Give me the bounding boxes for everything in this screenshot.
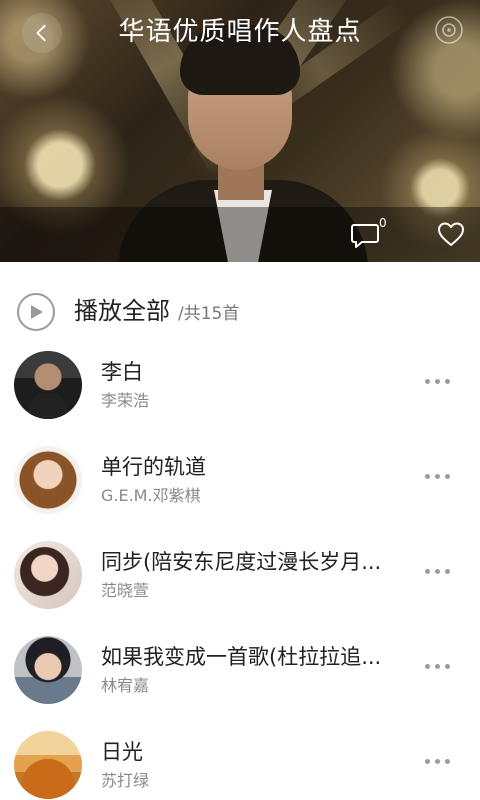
song-title: 日光 bbox=[101, 740, 143, 764]
artist-avatar bbox=[14, 351, 82, 419]
comment-button[interactable]: 0 bbox=[348, 216, 388, 253]
more-options-button[interactable] bbox=[416, 558, 458, 584]
play-all-button[interactable]: 播放全部 /共15首 bbox=[0, 286, 480, 338]
artist-avatar bbox=[14, 731, 82, 799]
disc-icon bbox=[435, 16, 463, 44]
more-options-button[interactable] bbox=[416, 653, 458, 679]
song-title: 李白 bbox=[101, 360, 143, 384]
heart-icon bbox=[438, 222, 464, 246]
song-item[interactable]: 如果我变成一首歌(杜拉拉追... 林宥嘉 bbox=[0, 623, 480, 718]
more-options-button[interactable] bbox=[416, 368, 458, 394]
now-playing-button[interactable] bbox=[432, 13, 466, 47]
song-artist: 苏打绿 bbox=[101, 771, 150, 790]
page-title: 华语优质唱作人盘点 bbox=[118, 17, 362, 47]
song-artist: 李荣浩 bbox=[101, 391, 150, 410]
artist-avatar bbox=[14, 446, 82, 514]
like-button[interactable] bbox=[436, 220, 468, 250]
back-button[interactable] bbox=[22, 13, 62, 53]
comment-count: 0 bbox=[379, 216, 387, 230]
song-title: 如果我变成一首歌(杜拉拉追... bbox=[101, 645, 382, 669]
song-artist: G.E.M.邓紫棋 bbox=[101, 486, 201, 505]
cover-action-bar bbox=[0, 207, 480, 262]
song-item[interactable]: 李白 李荣浩 bbox=[0, 338, 480, 433]
more-options-button[interactable] bbox=[416, 748, 458, 774]
song-title: 单行的轨道 bbox=[101, 455, 206, 479]
artist-avatar bbox=[14, 541, 82, 609]
song-item[interactable]: 单行的轨道 G.E.M.邓紫棋 bbox=[0, 433, 480, 528]
song-artist: 林宥嘉 bbox=[101, 676, 150, 695]
playlist-cover: 华语优质唱作人盘点 0 bbox=[0, 0, 480, 262]
song-item[interactable]: 同步(陪安东尼度过漫长岁月... 范晓萱 bbox=[0, 528, 480, 623]
artist-avatar bbox=[14, 636, 82, 704]
play-icon bbox=[31, 305, 43, 319]
more-options-button[interactable] bbox=[416, 463, 458, 489]
chevron-left-icon bbox=[36, 24, 46, 42]
song-item[interactable]: 日光 苏打绿 bbox=[0, 718, 480, 800]
song-count: /共15首 bbox=[178, 304, 240, 324]
song-artist: 范晓萱 bbox=[101, 581, 150, 600]
comment-icon bbox=[351, 224, 379, 248]
song-title: 同步(陪安东尼度过漫长岁月... bbox=[101, 550, 382, 574]
play-circle-icon bbox=[17, 293, 55, 331]
play-all-label: 播放全部 bbox=[74, 297, 170, 325]
